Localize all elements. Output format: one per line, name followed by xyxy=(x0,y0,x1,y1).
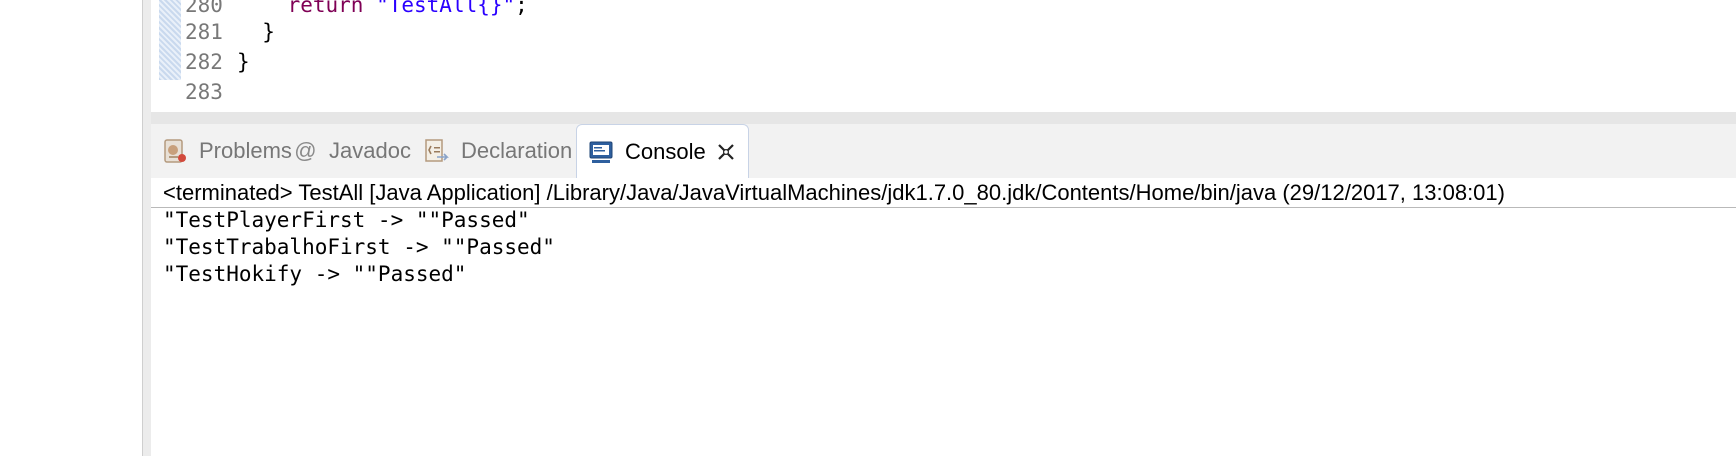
tab-console[interactable]: Console xyxy=(576,124,749,179)
console-line: "TestPlayerFirst -> ""Passed" xyxy=(163,208,530,232)
tab-declaration[interactable]: Declaration xyxy=(423,124,572,178)
declaration-icon xyxy=(423,137,451,165)
tab-label: Console xyxy=(625,139,706,164)
line-number: 282 xyxy=(185,50,223,74)
console-line: "TestTrabalhoFirst -> ""Passed" xyxy=(163,235,555,259)
at-icon: @ xyxy=(293,138,317,163)
change-ruler xyxy=(159,0,181,80)
left-panel xyxy=(0,0,142,456)
string-literal: "TestAll{}" xyxy=(376,0,516,17)
console-status-header: <terminated> TestAll [Java Application] … xyxy=(151,178,1736,208)
problems-icon xyxy=(161,137,189,165)
code-editor[interactable]: 280 return "TestAll{}"; 281 } 282} 283 xyxy=(151,0,1736,112)
tab-label: Declaration xyxy=(461,138,573,163)
tab-problems[interactable]: Problems xyxy=(161,124,292,178)
close-icon[interactable] xyxy=(716,142,736,162)
code-line: 283 xyxy=(181,77,237,107)
left-rail xyxy=(143,0,151,456)
line-number: 283 xyxy=(185,80,223,104)
tab-label: Javadoc xyxy=(329,138,411,163)
console-line: "TestHokify -> ""Passed" xyxy=(163,262,467,286)
tab-javadoc[interactable]: @ Javadoc xyxy=(291,124,411,178)
line-number: 281 xyxy=(185,20,223,44)
tab-label: Problems xyxy=(199,138,292,163)
keyword: return xyxy=(287,0,364,17)
code-line: 281 } xyxy=(181,17,275,47)
sash[interactable] xyxy=(151,112,1736,124)
code-line: 282} xyxy=(181,47,250,77)
view-tab-bar: Problems @ Javadoc Declaration Console xyxy=(151,124,1736,179)
console-icon xyxy=(587,138,615,166)
console-output[interactable]: "TestPlayerFirst -> ""Passed" "TestTraba… xyxy=(151,208,1736,456)
